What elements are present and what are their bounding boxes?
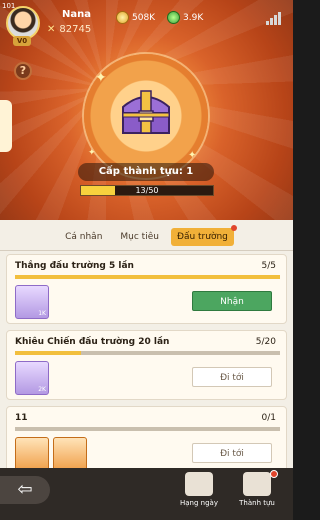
quest-count: 5/5 xyxy=(261,261,276,271)
treasure-chest-icon xyxy=(122,90,170,134)
gem-value: 3.9K xyxy=(183,12,204,23)
power-value: 82745 xyxy=(59,24,92,35)
top-bar: 101 V0 Nana ✕ 82745 508K 3.9K xyxy=(0,0,293,46)
signal-icon xyxy=(266,12,281,25)
avatar[interactable] xyxy=(6,6,40,40)
tab-arena[interactable]: Đấu trường xyxy=(170,225,237,246)
quest-progress-bar xyxy=(15,275,280,279)
quest-title: Khiêu Chiến đấu trường 20 lần xyxy=(15,337,170,347)
sparkle-icon: ✦ xyxy=(88,148,96,158)
player-level: 101 xyxy=(2,2,16,10)
achievement-hero: 101 V0 Nana ✕ 82745 508K 3.9K ? ✦ ✦ ✦ Cấ… xyxy=(0,0,293,222)
gold-coin-icon xyxy=(116,11,129,24)
reward-item[interactable] xyxy=(53,437,87,471)
quest-title: 11 xyxy=(15,413,28,423)
quest-progress-bar xyxy=(15,427,280,431)
quest-tabs: Cá nhân Mục tiêu Đấu trường xyxy=(0,225,293,248)
quest-card: 11 0/1 Đi tới xyxy=(6,406,287,476)
help-button[interactable]: ? xyxy=(14,62,32,80)
green-gem-icon xyxy=(167,11,180,24)
go-to-button[interactable]: Đi tới xyxy=(192,367,272,387)
quest-progress-fill xyxy=(15,351,82,355)
sparkle-icon: ✦ xyxy=(95,70,107,86)
gold-value: 508K xyxy=(132,12,156,23)
reward-item[interactable]: 1K xyxy=(15,285,49,319)
reward-item[interactable]: 2K xyxy=(15,361,49,395)
side-tab[interactable] xyxy=(0,100,12,152)
quest-progress-fill xyxy=(15,275,280,279)
ranking-label: Hạng ngày xyxy=(180,499,218,507)
crossed-swords-icon: ✕ xyxy=(47,24,56,35)
player-name: Nana xyxy=(62,9,91,20)
quest-card: Thắng đấu trường 5 lần 5/5 1K Nhận xyxy=(6,254,287,324)
quest-title: Thắng đấu trường 5 lần xyxy=(15,261,134,271)
gold-display[interactable]: 508K xyxy=(116,11,155,24)
gem-display[interactable]: 3.9K xyxy=(167,11,203,24)
achievements-button[interactable]: Thành tựu xyxy=(234,470,280,512)
go-to-button[interactable]: Đi tới xyxy=(192,443,272,463)
quest-progress-bar xyxy=(15,351,280,355)
sparkle-icon: ✦ xyxy=(188,150,197,161)
quest-count: 0/1 xyxy=(261,413,276,423)
notification-dot xyxy=(270,470,278,478)
divider xyxy=(0,250,293,251)
achievements-label: Thành tựu xyxy=(239,499,275,507)
tab-goals[interactable]: Mục tiêu xyxy=(114,228,165,246)
trophy-icon xyxy=(243,472,271,496)
achievement-progress-text: 13/50 xyxy=(135,186,159,195)
achievement-rank-label: Cấp thành tựu: 1 xyxy=(78,163,214,181)
claim-button[interactable]: Nhận xyxy=(192,291,272,311)
achievement-progress-bar: 13/50 xyxy=(80,185,214,196)
ranking-icon xyxy=(185,472,213,496)
reward-qty: 1K xyxy=(38,310,46,317)
back-button[interactable]: ⇦ xyxy=(0,476,50,504)
power-display: ✕ 82745 xyxy=(47,24,91,35)
quest-count: 5/20 xyxy=(255,337,276,347)
tab-personal[interactable]: Cá nhân xyxy=(59,228,108,246)
vip-badge: V0 xyxy=(13,36,31,46)
reward-qty: 2K xyxy=(38,386,46,393)
reward-item[interactable] xyxy=(15,437,49,471)
daily-ranking-button[interactable]: Hạng ngày xyxy=(176,472,222,512)
quest-card: Khiêu Chiến đấu trường 20 lần 5/20 2K Đi… xyxy=(6,330,287,400)
